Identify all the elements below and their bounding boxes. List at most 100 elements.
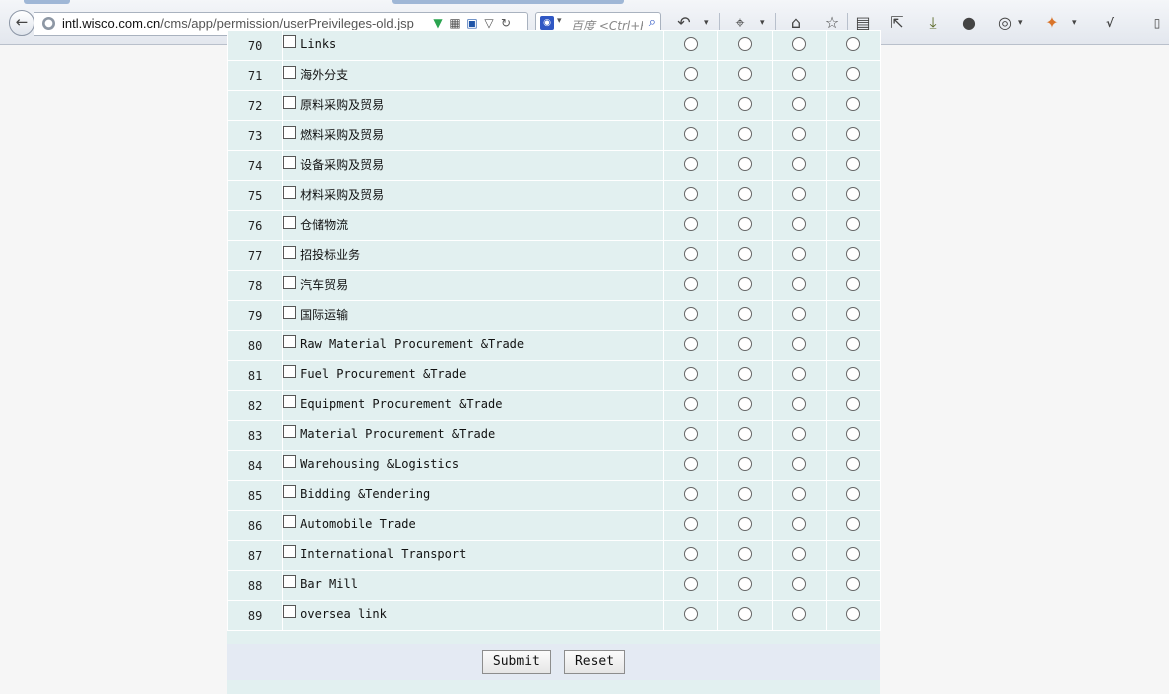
permission-radio-4[interactable]	[846, 37, 861, 51]
permission-radio-1[interactable]	[683, 127, 698, 141]
shield-icon[interactable]: ▼	[430, 16, 446, 30]
permission-checkbox[interactable]	[283, 276, 297, 289]
permission-radio-2[interactable]	[738, 487, 753, 501]
permission-radio-2[interactable]	[738, 337, 753, 351]
permission-radio-3[interactable]	[792, 37, 807, 51]
permission-radio-3[interactable]	[792, 247, 807, 261]
permission-radio-1[interactable]	[683, 337, 698, 351]
permission-checkbox[interactable]	[283, 216, 297, 229]
permission-radio-3[interactable]	[792, 217, 807, 231]
reset-button[interactable]: Reset	[563, 650, 626, 674]
url-text[interactable]: intl.wisco.com.cn/cms/app/permission/use…	[62, 16, 414, 31]
qr-code-icon[interactable]: ▦	[447, 16, 463, 30]
permission-radio-3[interactable]	[792, 577, 807, 591]
permission-checkbox[interactable]	[283, 455, 297, 468]
permission-radio-4[interactable]	[846, 577, 861, 591]
share-icon[interactable]: ⇱	[887, 13, 907, 33]
permission-radio-1[interactable]	[683, 67, 698, 81]
permission-radio-3[interactable]	[792, 277, 807, 291]
permission-checkbox[interactable]	[283, 395, 297, 408]
permission-radio-3[interactable]	[792, 367, 807, 381]
extension-dropdown-icon[interactable]: ▾	[1072, 13, 1077, 33]
search-engine-dropdown-icon[interactable]: ▾	[557, 16, 562, 26]
permission-radio-1[interactable]	[683, 457, 698, 471]
permission-radio-4[interactable]	[846, 547, 861, 561]
permission-radio-4[interactable]	[846, 307, 861, 321]
permission-checkbox[interactable]	[283, 545, 297, 558]
proxy-dropdown-icon[interactable]: ▾	[1018, 13, 1023, 33]
permission-radio-1[interactable]	[683, 217, 698, 231]
permission-checkbox[interactable]	[283, 515, 297, 528]
permission-radio-1[interactable]	[683, 157, 698, 171]
permission-checkbox[interactable]	[283, 126, 297, 139]
permission-radio-4[interactable]	[846, 157, 861, 171]
permission-radio-4[interactable]	[846, 127, 861, 141]
permission-radio-2[interactable]	[738, 457, 753, 471]
proxy-globe-icon[interactable]: ◎	[995, 13, 1015, 33]
permission-checkbox[interactable]	[283, 186, 297, 199]
permission-radio-3[interactable]	[792, 397, 807, 411]
baidu-paw-icon[interactable]: ◉	[540, 16, 554, 30]
permission-checkbox[interactable]	[283, 575, 297, 588]
permission-radio-2[interactable]	[738, 307, 753, 321]
permission-radio-1[interactable]	[683, 487, 698, 501]
permission-radio-2[interactable]	[738, 607, 753, 621]
permission-radio-2[interactable]	[738, 517, 753, 531]
permission-radio-3[interactable]	[792, 547, 807, 561]
permission-radio-4[interactable]	[846, 427, 861, 441]
permission-radio-3[interactable]	[792, 337, 807, 351]
permission-radio-1[interactable]	[683, 577, 698, 591]
devtools-icon[interactable]: √	[1098, 13, 1122, 33]
word-icon[interactable]: ▣	[464, 16, 480, 30]
permission-radio-3[interactable]	[792, 427, 807, 441]
permission-radio-1[interactable]	[683, 517, 698, 531]
permission-checkbox[interactable]	[283, 335, 297, 348]
permission-checkbox[interactable]	[283, 156, 297, 169]
permission-radio-1[interactable]	[683, 187, 698, 201]
permission-radio-2[interactable]	[738, 187, 753, 201]
permission-radio-4[interactable]	[846, 457, 861, 471]
permission-radio-1[interactable]	[683, 247, 698, 261]
permission-radio-2[interactable]	[738, 577, 753, 591]
permission-radio-4[interactable]	[846, 67, 861, 81]
permission-radio-2[interactable]	[738, 247, 753, 261]
permission-radio-3[interactable]	[792, 187, 807, 201]
permission-checkbox[interactable]	[283, 365, 297, 378]
permission-radio-4[interactable]	[846, 277, 861, 291]
permission-radio-4[interactable]	[846, 517, 861, 531]
submit-button[interactable]: Submit	[481, 650, 551, 674]
permission-radio-1[interactable]	[683, 97, 698, 111]
permission-radio-3[interactable]	[792, 67, 807, 81]
back-button[interactable]: ←	[9, 10, 35, 36]
permission-radio-1[interactable]	[683, 367, 698, 381]
permission-radio-1[interactable]	[683, 397, 698, 411]
permission-radio-4[interactable]	[846, 247, 861, 261]
permission-checkbox[interactable]	[283, 605, 297, 618]
reload-icon[interactable]: ↻	[498, 16, 514, 30]
search-icon[interactable]: ⌕	[649, 15, 656, 30]
permission-radio-4[interactable]	[846, 367, 861, 381]
permission-radio-3[interactable]	[792, 457, 807, 471]
permission-radio-2[interactable]	[738, 217, 753, 231]
permission-radio-1[interactable]	[683, 37, 698, 51]
permission-radio-1[interactable]	[683, 307, 698, 321]
permission-checkbox[interactable]	[283, 425, 297, 438]
permission-radio-4[interactable]	[846, 217, 861, 231]
permission-radio-2[interactable]	[738, 157, 753, 171]
permission-radio-2[interactable]	[738, 397, 753, 411]
permission-radio-3[interactable]	[792, 157, 807, 171]
permission-radio-4[interactable]	[846, 397, 861, 411]
permission-radio-3[interactable]	[792, 307, 807, 321]
permission-radio-3[interactable]	[792, 517, 807, 531]
overflow-menu-icon[interactable]: ▯	[1150, 13, 1164, 33]
permission-radio-3[interactable]	[792, 97, 807, 111]
permission-radio-2[interactable]	[738, 97, 753, 111]
dropdown-triangle-icon[interactable]: ▽	[481, 16, 497, 30]
permission-checkbox[interactable]	[283, 306, 297, 319]
permission-radio-3[interactable]	[792, 487, 807, 501]
permission-radio-4[interactable]	[846, 187, 861, 201]
permission-radio-1[interactable]	[683, 427, 698, 441]
permission-radio-1[interactable]	[683, 547, 698, 561]
permission-checkbox[interactable]	[283, 66, 297, 79]
permission-radio-2[interactable]	[738, 367, 753, 381]
